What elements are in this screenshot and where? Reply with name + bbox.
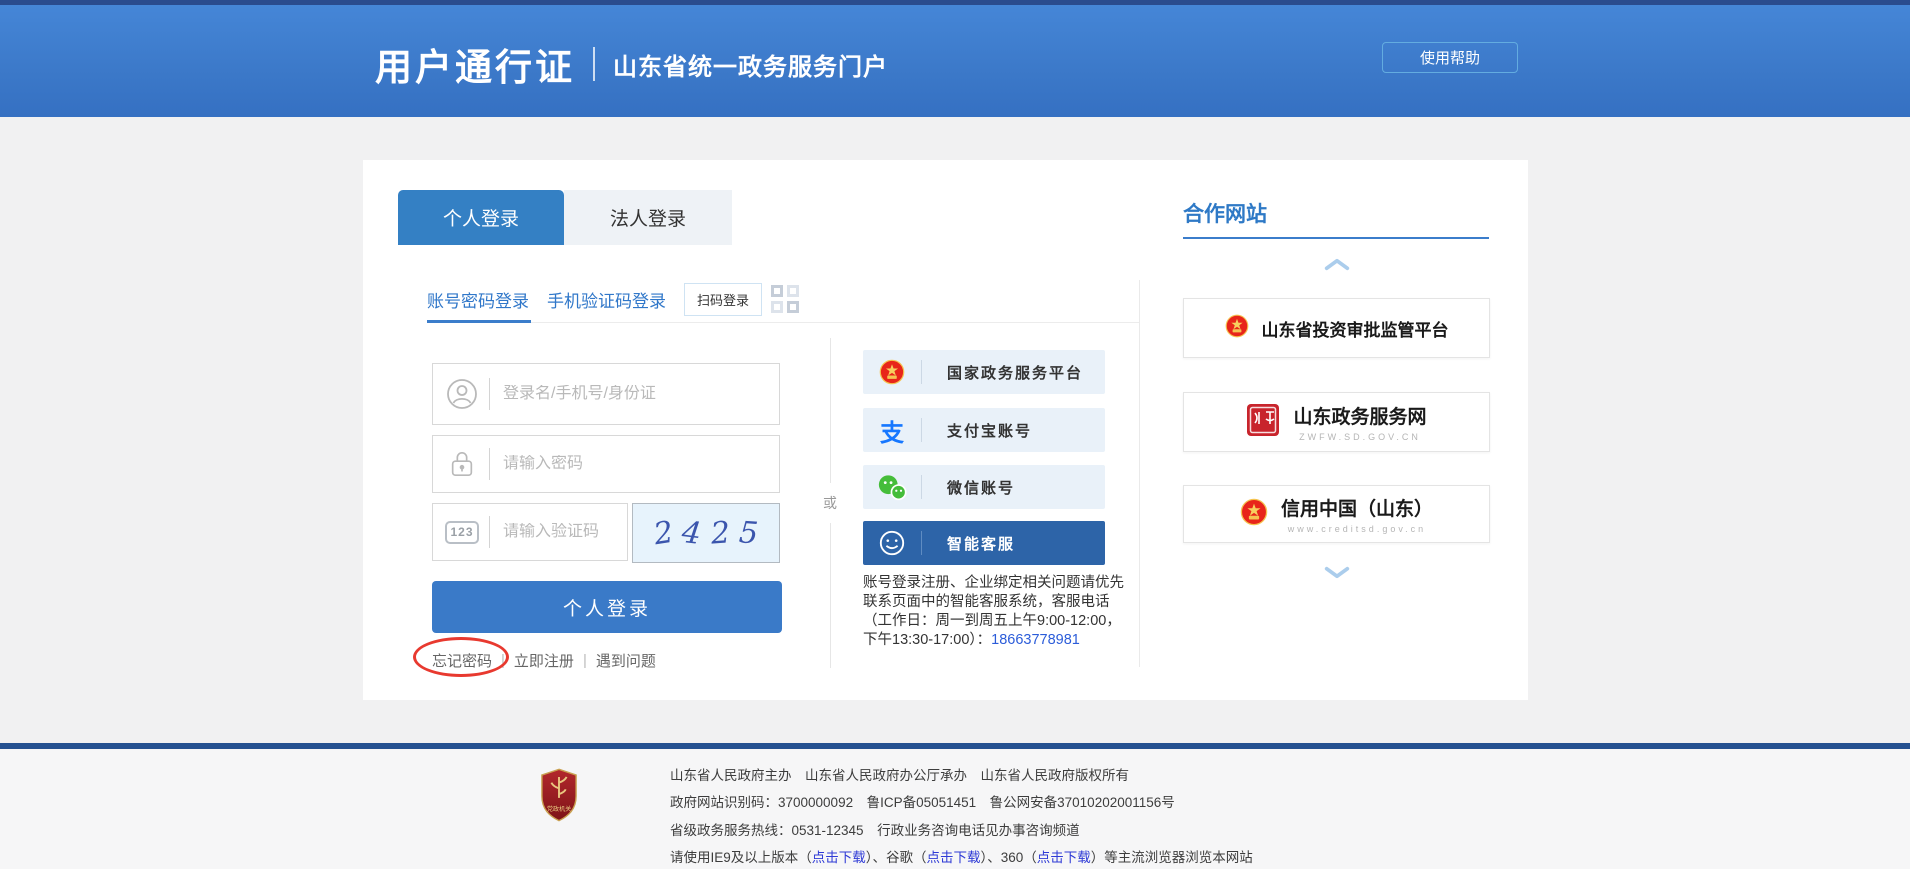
national-emblem-icon (876, 359, 908, 385)
partner-title-underline (1183, 237, 1489, 239)
third-party-wechat-button[interactable]: 微信账号 (863, 465, 1105, 509)
login-methods: 账号密码登录 手机验证码登录 扫码登录 (427, 282, 800, 316)
captcha-123-icon: 123 (445, 521, 479, 544)
method-sms-login[interactable]: 手机验证码登录 (547, 287, 666, 312)
download-link-360[interactable]: 点击下载 (1037, 850, 1091, 865)
footer-line-2: 政府网站识别码：3700000092 鲁ICP备05051451 鲁公网安备37… (670, 789, 1253, 816)
footer: 党政机关 山东省人民政府主办 山东省人民政府办公厅承办 山东省人民政府版权所有 … (0, 749, 1910, 869)
partner-item-subtitle: ZWFW.SD.GOV.CN (1299, 432, 1421, 442)
brand: 用户通行证 山东省统一政务服务门户 (375, 37, 888, 91)
download-link-chrome[interactable]: 点击下载 (927, 850, 981, 865)
username-input[interactable] (503, 385, 779, 403)
chevron-down-icon[interactable] (1322, 565, 1352, 580)
third-party-smart-customer-service-button[interactable]: 智能客服 (863, 521, 1105, 565)
partner-item-label: 信用中国（山东） (1281, 494, 1433, 521)
alipay-icon: 支 (876, 413, 908, 448)
password-field[interactable] (432, 435, 780, 493)
third-party-label: 支付宝账号 (947, 420, 1032, 441)
captcha-digit: 5 (737, 515, 758, 551)
field-divider (489, 516, 490, 548)
brand-divider (593, 47, 595, 81)
footer-line-4-text: ）、谷歌（ (866, 850, 927, 865)
register-link[interactable]: 立即注册 (514, 650, 574, 671)
or-divider: 或 (815, 338, 845, 668)
third-party-label: 微信账号 (947, 477, 1015, 498)
third-party-alipay-button[interactable]: 支 支付宝账号 (863, 408, 1105, 452)
panel-divider-line (1139, 280, 1140, 667)
link-separator: | (501, 652, 505, 669)
partner-emblem-icon (1225, 314, 1249, 343)
partner-item-label: 山东政务服务网 (1293, 402, 1426, 429)
captcha-digit: 2 (652, 514, 676, 552)
method-password-login[interactable]: 账号密码登录 (427, 287, 529, 312)
partner-item-label: 山东省投资审批监管平台 (1262, 316, 1449, 341)
footer-line-4: 请使用IE9及以上版本（点击下载）、谷歌（点击下载）、360（点击下载）等主流浏… (670, 844, 1253, 871)
active-method-underline (427, 320, 531, 323)
chevron-up-icon[interactable] (1322, 257, 1352, 272)
third-party-national-platform-button[interactable]: 国家政务服务平台 (863, 350, 1105, 394)
partner-item-subtitle: www.creditsd.gov.cn (1288, 524, 1426, 534)
captcha-input[interactable] (503, 523, 627, 541)
link-separator: | (583, 652, 587, 669)
partner-item-investment-platform[interactable]: 山东省投资审批监管平台 (1183, 298, 1490, 358)
login-card: 个人登录 法人登录 账号密码登录 手机验证码登录 扫码登录 (363, 160, 1528, 700)
partner-seal-icon (1246, 402, 1280, 443)
lock-icon (445, 449, 479, 479)
username-field[interactable] (432, 363, 780, 425)
footer-line-4-text: ）、360（ (981, 850, 1037, 865)
button-divider (921, 360, 922, 384)
captcha-digit: 4 (680, 514, 703, 551)
service-phone-link[interactable]: 18663778981 (991, 632, 1080, 648)
partner-emblem-icon (1240, 498, 1268, 531)
field-divider (489, 448, 490, 480)
header: 用户通行证 山东省统一政务服务门户 使用帮助 (0, 0, 1910, 117)
captcha-digit: 2 (709, 515, 730, 551)
field-divider (489, 378, 490, 410)
third-party-label: 智能客服 (947, 533, 1015, 554)
footer-line-1: 山东省人民政府主办 山东省人民政府办公厅承办 山东省人民政府版权所有 (670, 762, 1253, 789)
qr-code-icon[interactable] (770, 282, 800, 316)
download-link-ie[interactable]: 点击下载 (812, 850, 866, 865)
brand-title: 用户通行证 (375, 37, 575, 91)
methods-divider-line (427, 322, 1139, 323)
forgot-password-link[interactable]: 忘记密码 (432, 650, 492, 671)
tab-corporate-login[interactable]: 法人登录 (564, 190, 732, 245)
partner-item-credit-china[interactable]: 信用中国（山东） www.creditsd.gov.cn (1183, 485, 1490, 543)
footer-text: 山东省人民政府主办 山东省人民政府办公厅承办 山东省人民政府版权所有 政府网站识… (670, 762, 1253, 872)
footer-line-4-text: ）等主流浏览器浏览本网站 (1091, 850, 1253, 865)
partner-panel-title: 合作网站 (1183, 198, 1267, 228)
badge-text: 党政机关 (547, 805, 572, 813)
password-input[interactable] (503, 455, 779, 473)
problem-link[interactable]: 遇到问题 (596, 650, 656, 671)
login-submit-button[interactable]: 个人登录 (432, 581, 782, 633)
header-top-strip (0, 0, 1910, 5)
button-divider (921, 418, 922, 442)
helper-links: 忘记密码 | 立即注册 | 遇到问题 (432, 650, 656, 671)
or-label: 或 (823, 493, 837, 513)
service-note: 账号登录注册、企业绑定相关问题请优先联系页面中的智能客服系统，客服电话（工作日：… (863, 574, 1133, 650)
divider-line (830, 523, 831, 668)
captcha-field[interactable]: 123 (432, 503, 628, 561)
divider-line (830, 338, 831, 483)
brand-subtitle: 山东省统一政务服务门户 (613, 47, 888, 82)
footer-line-3: 省级政务服务热线：0531-12345 行政业务咨询电话见办事咨询频道 (670, 817, 1253, 844)
page: 用户通行证 山东省统一政务服务门户 使用帮助 个人登录 法人登录 账号密码登录 … (0, 0, 1910, 891)
third-party-label: 国家政务服务平台 (947, 362, 1083, 383)
tab-personal-login[interactable]: 个人登录 (398, 190, 564, 245)
footer-line-4-text: 请使用IE9及以上版本（ (670, 850, 812, 865)
customer-service-icon (876, 529, 908, 557)
captcha-image[interactable]: 2 4 2 5 (632, 503, 780, 563)
user-icon (445, 378, 479, 410)
government-badge-icon: 党政机关 (540, 767, 578, 823)
method-scan-login[interactable]: 扫码登录 (684, 283, 762, 316)
button-divider (921, 531, 922, 555)
wechat-icon (876, 474, 908, 501)
help-button[interactable]: 使用帮助 (1382, 42, 1518, 73)
partner-item-government-service-site[interactable]: 山东政务服务网 ZWFW.SD.GOV.CN (1183, 392, 1490, 452)
button-divider (921, 475, 922, 499)
